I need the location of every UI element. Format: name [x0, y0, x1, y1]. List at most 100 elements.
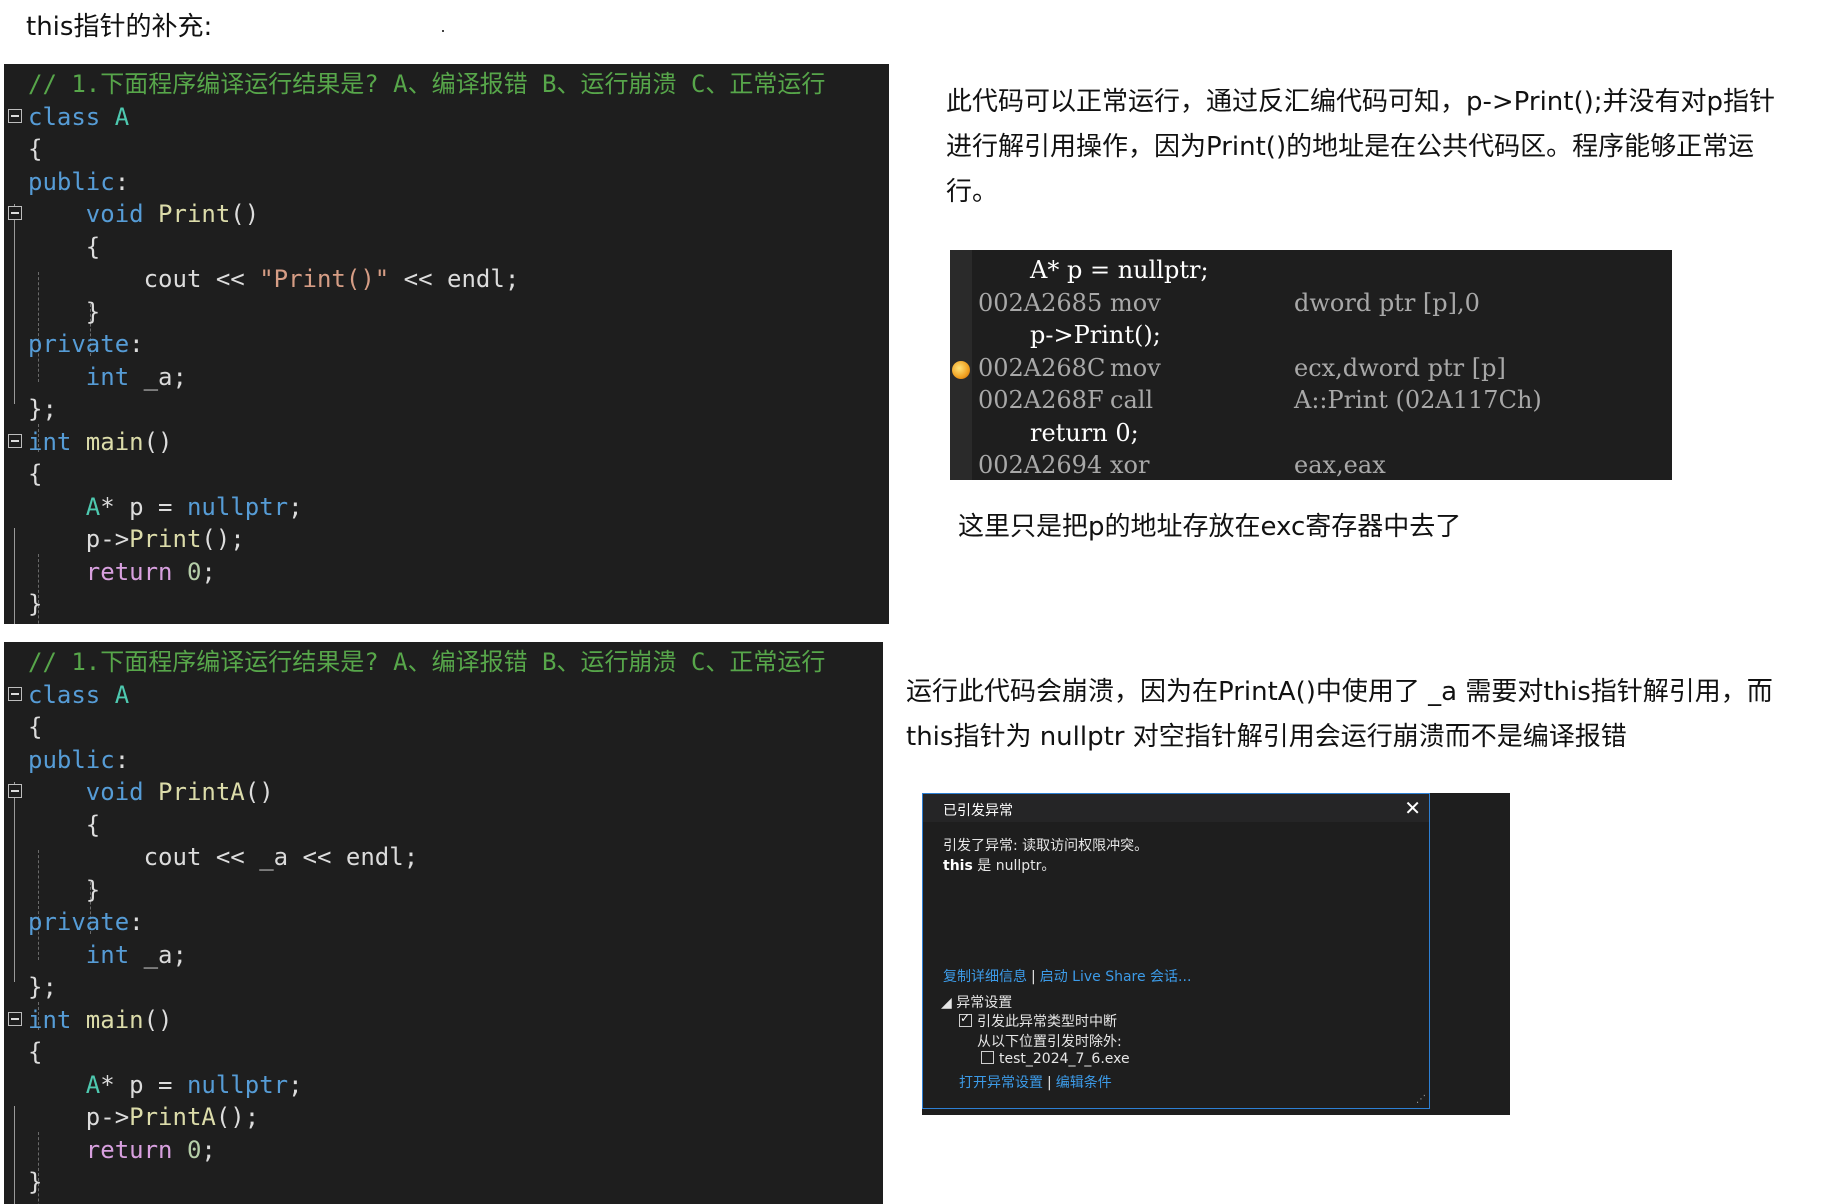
code-token: {	[28, 460, 43, 488]
collapse-toggle-icon[interactable]	[8, 433, 22, 448]
code-token: main	[85, 427, 144, 456]
code-token: {	[28, 232, 101, 261]
code-token: ()	[230, 200, 260, 228]
break-when-thrown-label: 引发此异常类型时中断	[977, 1014, 1117, 1030]
code-token: class	[28, 680, 115, 709]
code-token: }	[28, 297, 101, 326]
code-token: ();	[215, 1103, 260, 1131]
dialog-links: 复制详细信息 | 启动 Live Share 会话...	[943, 966, 1191, 986]
disassembly-panel[interactable]: A* p = nullptr; 002A2685 mov dword ptr [p],…	[950, 250, 1672, 480]
code-editor-2[interactable]: // 1.下面程序编译运行结果是? A、编译报错 B、运行崩溃 C、正常运行 cl…	[4, 642, 883, 1204]
code-line: {	[4, 809, 883, 842]
code-text: class A	[28, 101, 129, 134]
disasm-instruction-line: 002A268C mov ecx,dword ptr [p]	[978, 354, 1506, 386]
code-text: public:	[28, 744, 129, 777]
code-text: };	[28, 971, 57, 1004]
code-token: ;	[288, 1070, 303, 1099]
page-title: this指针的补充:	[26, 12, 213, 42]
code-line: class A	[4, 101, 889, 134]
code-token: PrintA	[129, 1103, 216, 1131]
open-exception-settings-link[interactable]: 打开异常设置	[959, 1075, 1043, 1091]
code-token: return	[85, 1135, 187, 1164]
code-line: }	[4, 1166, 883, 1199]
break-when-thrown-checkbox[interactable]	[959, 1011, 972, 1027]
edit-conditions-link[interactable]: 编辑条件	[1056, 1075, 1112, 1091]
code-line: private:	[4, 328, 889, 361]
code-line: int main()	[4, 426, 889, 459]
code-text: }	[28, 1166, 42, 1199]
collapse-toggle-icon[interactable]	[8, 1011, 22, 1026]
close-icon[interactable]: ✕	[1404, 796, 1421, 820]
code-text: {	[28, 231, 100, 264]
code-token: ;	[201, 1135, 216, 1164]
collapse-toggle-icon[interactable]	[8, 784, 22, 798]
code-text: int main()	[28, 426, 173, 459]
code-token: A	[114, 680, 130, 709]
code-token: public	[28, 745, 115, 774]
code-token: A	[85, 492, 101, 521]
resize-grip-icon[interactable]: ⋰	[1416, 1094, 1426, 1105]
disasm-source-line: return 0;	[1030, 418, 1139, 447]
code-token: A	[114, 102, 130, 131]
code-token: }	[28, 875, 101, 904]
code-text: {	[28, 809, 100, 842]
code-line: p->Print();	[4, 523, 889, 556]
exception-popup-frame: 已引发异常 ✕ 引发了异常: 读取访问权限冲突。 this 是 nullptr。…	[922, 793, 1510, 1115]
code-line: // 1.下面程序编译运行结果是? A、编译报错 B、运行崩溃 C、正常运行	[4, 646, 883, 679]
code-editor-1[interactable]: // 1.下面程序编译运行结果是? A、编译报错 B、运行崩溃 C、正常运行 cl…	[4, 64, 889, 624]
collapse-toggle-icon[interactable]	[8, 686, 22, 701]
code-text: A* p = nullptr;	[28, 1069, 303, 1102]
code-text: {	[28, 1036, 42, 1069]
code-token: {	[28, 713, 43, 741]
code-line: {	[4, 711, 883, 744]
code-token: << endl;	[389, 265, 520, 293]
nullptr-text: 是 nullptr。	[972, 858, 1056, 874]
code-line: {	[4, 458, 889, 491]
code-token: _a	[143, 940, 173, 969]
collapse-toggle-icon[interactable]	[8, 108, 22, 123]
code-token: class	[28, 102, 115, 131]
code-text: // 1.下面程序编译运行结果是? A、编译报错 B、运行崩溃 C、正常运行	[28, 68, 825, 101]
module-exclusion-row[interactable]: test_2024_7_6.exe	[981, 1051, 1130, 1067]
code-text: {	[28, 133, 42, 166]
code-token: // 1.下面程序编译运行结果是? A、编译报错 B、运行崩溃 C、正常运行	[28, 70, 826, 98]
code-text: p->PrintA();	[28, 1101, 259, 1134]
instruction-opcode: mov	[1110, 288, 1161, 317]
code-token: }	[28, 590, 43, 618]
code-line: public:	[4, 166, 889, 199]
disasm-instruction-line: 002A2685 mov dword ptr [p],0	[978, 289, 1480, 321]
code-line: }	[4, 874, 883, 907]
code-line: int _a;	[4, 939, 883, 972]
code-text: {	[28, 711, 42, 744]
module-exclusion-checkbox[interactable]	[981, 1051, 994, 1064]
live-share-link[interactable]: 启动 Live Share 会话...	[1040, 969, 1192, 985]
disasm-source-line: p->Print();	[1030, 321, 1161, 349]
code-text: return 0;	[28, 556, 216, 589]
breakpoint-icon[interactable]	[952, 360, 970, 379]
code-line: cout << "Print()" << endl;	[4, 263, 889, 296]
code-token: "Print()"	[259, 265, 390, 293]
code-line: public:	[4, 744, 883, 777]
code-token: * p =	[100, 1070, 187, 1099]
copy-details-link[interactable]: 复制详细信息	[943, 969, 1027, 985]
code-line: cout << _a << endl;	[4, 841, 883, 874]
code-token: p->	[28, 525, 130, 553]
break-when-thrown-row[interactable]: 引发此异常类型时中断	[959, 1011, 1117, 1031]
exception-dialog: 已引发异常 ✕ 引发了异常: 读取访问权限冲突。 this 是 nullptr。…	[922, 793, 1430, 1109]
except-when-from-label: 从以下位置引发时除外:	[977, 1034, 1122, 1050]
code-text: }	[28, 874, 100, 907]
code-line: };	[4, 393, 889, 426]
exception-settings-header[interactable]: ◢ 异常设置	[941, 992, 1012, 1012]
code-token: :	[129, 908, 144, 936]
disasm-instruction-line: 002A2694 xor eax,eax	[978, 451, 1386, 480]
code-token: void	[85, 778, 159, 806]
instruction-opcode: mov	[1110, 353, 1161, 382]
code-token: main	[85, 1005, 144, 1034]
collapse-toggle-icon[interactable]	[8, 206, 22, 220]
code-token: {	[28, 810, 101, 839]
code-text: };	[28, 393, 57, 426]
code-token: :	[114, 745, 130, 774]
code-token: ()	[143, 427, 173, 456]
